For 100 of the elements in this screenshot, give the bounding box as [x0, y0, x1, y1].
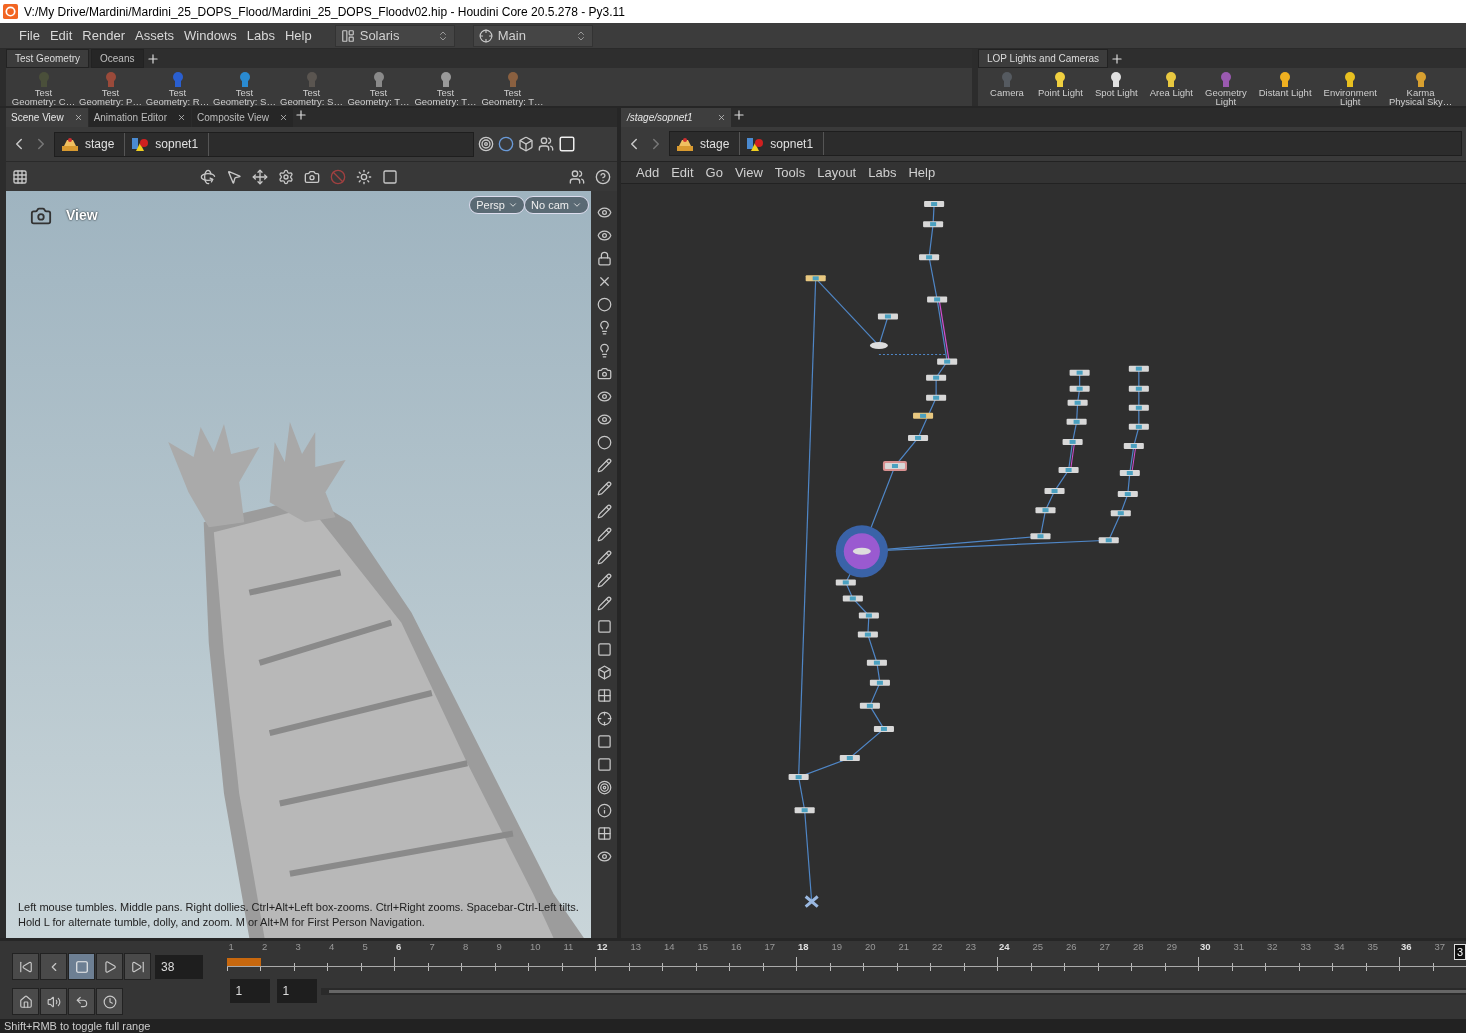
menu-item[interactable]: View: [729, 164, 768, 180]
tool-icon[interactable]: [596, 688, 612, 703]
shelf-tool[interactable]: Point Light: [1032, 68, 1089, 97]
skip-back-icon[interactable]: [18, 959, 33, 974]
playhead-label[interactable]: 3: [1453, 944, 1466, 960]
tool-icon[interactable]: [596, 780, 612, 795]
pane-tab[interactable]: Scene View: [6, 108, 88, 127]
projection-dropdown[interactable]: Persp: [469, 196, 525, 214]
shelf-tool[interactable]: Environment Light: [1317, 68, 1383, 106]
menu-item[interactable]: Tools: [769, 164, 811, 180]
path-crumb[interactable]: sopnet1: [155, 137, 199, 151]
shelf-tool[interactable]: Test Geometry: T…: [412, 68, 479, 106]
shelf-tool[interactable]: Karma Physical Sky…: [1382, 68, 1459, 106]
shelf-tool[interactable]: Test Geometry: T…: [479, 68, 546, 106]
tool-icon[interactable]: [596, 205, 612, 220]
tool-icon[interactable]: [596, 412, 612, 427]
crosshair-icon[interactable]: [478, 28, 493, 43]
tool-icon[interactable]: [596, 228, 612, 243]
menu-item[interactable]: Help: [279, 28, 317, 43]
pane-tab[interactable]: Animation Editor: [88, 108, 191, 127]
frame-field[interactable]: 38: [155, 954, 203, 979]
tool-icon[interactable]: [596, 389, 612, 404]
tool-icon[interactable]: [596, 435, 612, 450]
tool-icon[interactable]: [596, 734, 612, 749]
tool-icon[interactable]: [596, 458, 612, 473]
shelf-tab[interactable]: LOP Lights and Cameras: [978, 49, 1109, 68]
tool-icon[interactable]: [596, 366, 612, 381]
menu-item[interactable]: Help: [903, 164, 941, 180]
shelf-tool[interactable]: Area Light: [1143, 68, 1199, 97]
play-button[interactable]: [96, 953, 123, 980]
tool-icon[interactable]: [596, 504, 612, 519]
add-icon[interactable]: [1110, 51, 1125, 66]
pane-tab[interactable]: /stage/sopnet1: [621, 108, 731, 127]
path-crumb[interactable]: sopnet1: [770, 136, 814, 151]
first-frame-button[interactable]: [12, 953, 39, 980]
shelf-tool[interactable]: Test Geometry: S…: [211, 68, 278, 106]
close-icon[interactable]: [73, 113, 83, 122]
shelf-tool[interactable]: Test Geometry: P…: [77, 68, 144, 106]
grid-icon[interactable]: [12, 168, 28, 185]
path-bar[interactable]: stage sopnet1: [669, 131, 1462, 157]
viewer-selector[interactable]: Main: [472, 24, 593, 47]
tool-icon[interactable]: [596, 711, 612, 726]
shelf-tool[interactable]: Test Geometry: R…: [144, 68, 211, 106]
tool-icon[interactable]: [596, 573, 612, 588]
shelf-tool[interactable]: Camera: [982, 68, 1032, 97]
tool-icon[interactable]: [596, 481, 612, 496]
tool-icon[interactable]: [596, 803, 612, 818]
menu-item[interactable]: File: [14, 28, 45, 43]
desktop-selector[interactable]: Solaris: [334, 24, 455, 47]
camera-icon[interactable]: [303, 168, 320, 185]
menu-item[interactable]: Labs: [863, 164, 902, 180]
menu-item[interactable]: Labs: [241, 28, 280, 43]
caret-icon[interactable]: [508, 200, 518, 210]
clock-icon[interactable]: [102, 994, 117, 1009]
stop-button[interactable]: [68, 953, 95, 980]
tool-icon[interactable]: [596, 849, 612, 864]
last-frame-button[interactable]: [124, 953, 151, 980]
menu-item[interactable]: Layout: [812, 164, 862, 180]
shelf-tool[interactable]: Geometry Light: [1199, 68, 1253, 106]
shelf-tool[interactable]: Test Geometry: T…: [345, 68, 412, 106]
range-slider[interactable]: [320, 987, 1466, 995]
gear-icon[interactable]: [277, 168, 294, 185]
add-icon[interactable]: [732, 108, 746, 122]
path-crumb[interactable]: stage: [700, 136, 730, 151]
pane-tab[interactable]: Composite View: [192, 108, 294, 127]
tool-icon[interactable]: [596, 550, 612, 565]
range-start-field[interactable]: 1: [229, 979, 270, 1003]
skip-forward-icon[interactable]: [130, 959, 145, 974]
close-icon[interactable]: [717, 112, 726, 122]
tool-icon[interactable]: [596, 596, 612, 611]
play-icon[interactable]: [102, 959, 117, 974]
shelf-tool[interactable]: Distant Light: [1252, 68, 1318, 97]
menu-item[interactable]: Edit: [666, 164, 699, 180]
rotate-icon[interactable]: [199, 168, 216, 185]
shelf-tool[interactable]: Test Geometry: S…: [278, 68, 345, 106]
tool-icon[interactable]: [596, 619, 612, 634]
path-crumb[interactable]: stage: [85, 137, 115, 151]
audio-button[interactable]: [40, 988, 67, 1015]
tool-icon[interactable]: [596, 642, 612, 657]
help-icon[interactable]: [595, 168, 611, 185]
menu-item[interactable]: Edit: [44, 28, 78, 43]
close-icon[interactable]: [279, 113, 289, 122]
loop-icon[interactable]: [74, 994, 89, 1009]
camera-dropdown[interactable]: No cam: [524, 196, 589, 214]
tool-icon[interactable]: [596, 665, 612, 680]
loop-button[interactable]: [68, 988, 95, 1015]
tool-icon[interactable]: [596, 297, 612, 312]
pointer-icon[interactable]: [225, 168, 242, 185]
move-icon[interactable]: [251, 168, 268, 185]
menu-item[interactable]: Assets: [130, 28, 179, 43]
tool-icon[interactable]: [596, 251, 612, 266]
shelf-tool[interactable]: Spot Light: [1088, 68, 1144, 97]
menu-item[interactable]: Windows: [179, 28, 242, 43]
square-icon[interactable]: [558, 135, 576, 153]
layout-icon[interactable]: [340, 28, 355, 43]
path-bar[interactable]: stage sopnet1: [54, 131, 474, 157]
tool-icon[interactable]: [596, 826, 612, 841]
close-icon[interactable]: [177, 113, 186, 122]
shelf-tab[interactable]: Test Geometry: [6, 49, 90, 68]
shelf-tool[interactable]: Test Geometry: C…: [10, 68, 77, 106]
